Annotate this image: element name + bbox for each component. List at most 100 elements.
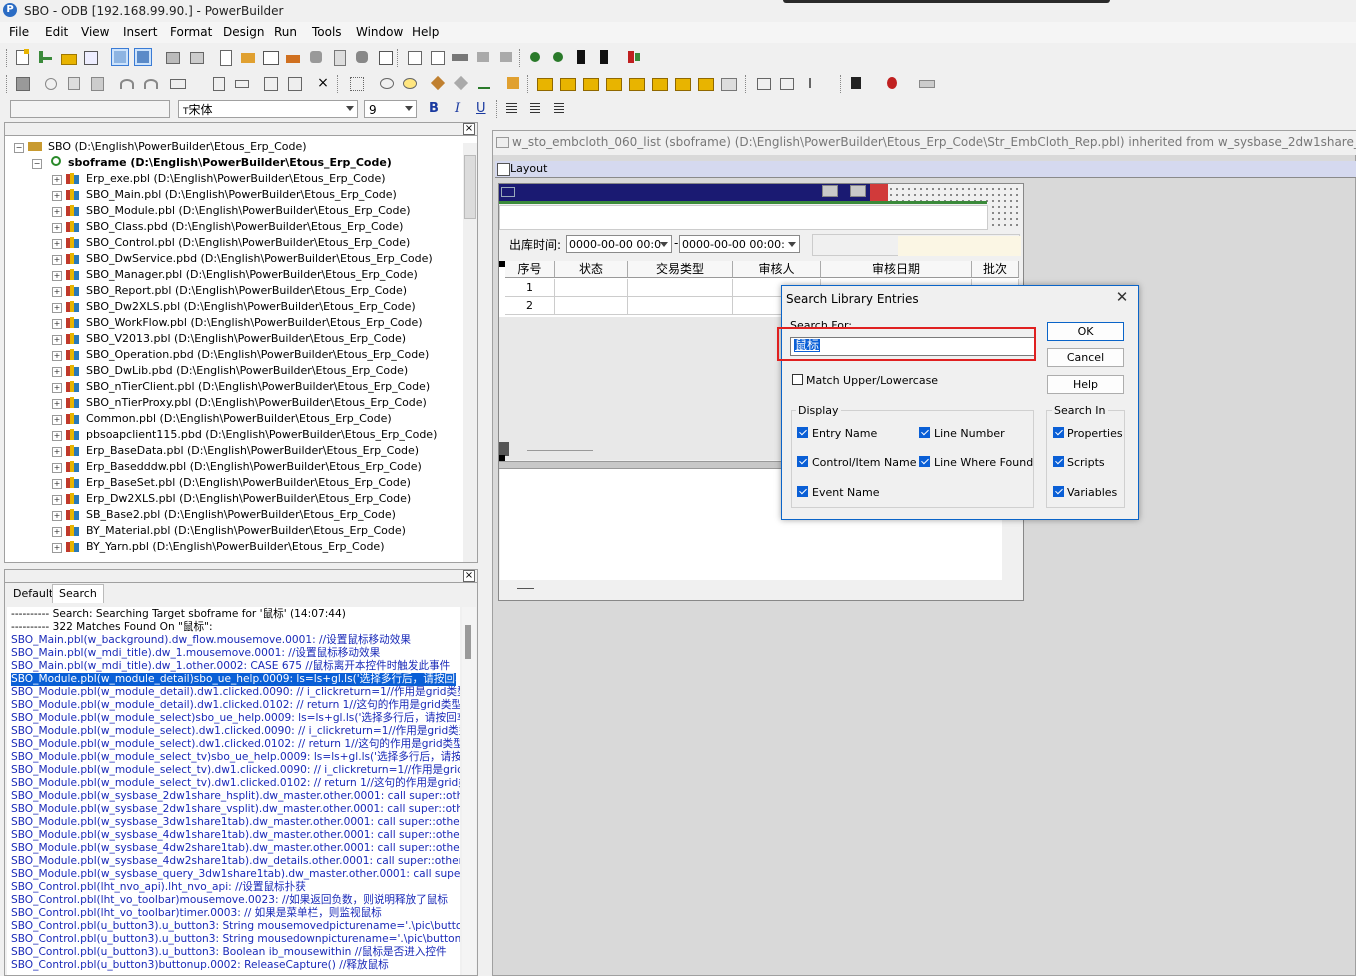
grid-icon[interactable] [348, 75, 364, 91]
tree-item-library[interactable]: Erp_BaseSet.pbl (D:\English\PowerBuilder… [86, 476, 411, 490]
align-dropdown-icon[interactable] [807, 75, 823, 91]
grid-column-header[interactable]: 批次 [972, 261, 1019, 278]
uncomment-icon[interactable] [401, 75, 417, 91]
menu-view[interactable]: View [81, 25, 109, 39]
tree-item-library[interactable]: Common.pbl (D:\English\PowerBuilder\Etou… [86, 412, 392, 426]
grid-column-header[interactable]: 审核日期 [821, 261, 972, 278]
save-icon[interactable] [14, 75, 30, 91]
system-tree-icon[interactable] [134, 48, 152, 66]
expand-icon[interactable]: + [52, 351, 62, 361]
tools-icon[interactable] [453, 75, 469, 91]
scripts-checkbox[interactable] [1053, 456, 1064, 467]
grid-column-header[interactable]: 状态 [555, 261, 628, 278]
grid-cell[interactable] [555, 279, 628, 297]
menu-help[interactable]: Help [412, 25, 439, 39]
line-where-found-checkbox[interactable] [919, 456, 930, 467]
tree-item-library[interactable]: SBO_WorkFlow.pbl (D:\English\PowerBuilde… [86, 316, 423, 330]
search-result-row[interactable]: SBO_Control.pbl(lht_vo_toolbar)mousemove… [11, 894, 448, 907]
search-result-row[interactable]: SBO_Module.pbl(w_sysbase_3dw1share1tab).… [11, 816, 460, 829]
tab-search[interactable]: Search [52, 584, 104, 603]
paste-icon[interactable] [89, 75, 105, 91]
expand-icon[interactable]: + [52, 431, 62, 441]
lib-1-icon[interactable] [536, 75, 553, 91]
tree-item-library[interactable]: BY_Yarn.pbl (D:\English\PowerBuilder\Eto… [86, 540, 385, 554]
tree-item-library[interactable]: Erp_Basedddw.pbl (D:\English\PowerBuilde… [86, 460, 422, 474]
cancel-button[interactable]: Cancel [1047, 348, 1124, 367]
tree-item-library[interactable]: SBO_DwLib.pbd (D:\English\PowerBuilder\E… [86, 364, 408, 378]
binary-2-icon[interactable] [429, 49, 445, 65]
search-result-row[interactable]: SBO_Module.pbl(w_sysbase_2dw1share_hspli… [11, 790, 460, 803]
collapse-icon[interactable]: − [14, 143, 24, 153]
close-icon[interactable]: × [463, 570, 475, 582]
expand-icon[interactable]: + [52, 175, 62, 185]
arrange-icon[interactable] [755, 75, 771, 91]
database-painter-icon[interactable] [354, 49, 370, 65]
search-result-row[interactable]: SBO_Control.pbl(u_button3).u_button3: Bo… [11, 946, 447, 959]
debug-2-icon[interactable] [550, 49, 566, 65]
clipboard-icon[interactable] [188, 49, 204, 65]
truck-icon[interactable] [452, 49, 468, 65]
collapse-icon[interactable]: − [32, 159, 42, 169]
library-painter-icon[interactable] [111, 48, 129, 66]
lib-6-icon[interactable] [651, 75, 668, 91]
tree-item-library[interactable]: SBO_Main.pbl (D:\English\PowerBuilder\Et… [86, 188, 397, 202]
grid-column-header[interactable]: 审核人 [733, 261, 821, 278]
tree-item-library[interactable]: SBO_Manager.pbl (D:\English\PowerBuilder… [86, 268, 418, 282]
tree-item-library[interactable]: SBO_Dw2XLS.pbl (D:\English\PowerBuilder\… [86, 300, 416, 314]
tree-scrollbar[interactable] [463, 143, 477, 562]
search-result-row[interactable]: SBO_Control.pbl(lht_nvo_api).lht_nvo_api… [11, 881, 306, 894]
tree-item-library[interactable]: SBO_Report.pbl (D:\English\PowerBuilder\… [86, 284, 407, 298]
tree-item-library[interactable]: SBO_DwService.pbd (D:\English\PowerBuild… [86, 252, 433, 266]
search-result-row[interactable]: SBO_Module.pbl(w_module_select).dw1.clic… [11, 725, 460, 738]
tree-item-library[interactable]: SBO_V2013.pbl (D:\English\PowerBuilder\E… [86, 332, 406, 346]
variables-checkbox[interactable] [1053, 486, 1064, 497]
arrange-2-icon[interactable] [778, 75, 794, 91]
menu-insert[interactable]: Insert [123, 25, 157, 39]
component-2-icon[interactable] [498, 49, 514, 65]
search-result-row[interactable]: SBO_Module.pbl(w_sysbase_4dw2share1tab).… [11, 855, 460, 868]
search-result-row[interactable]: SBO_Module.pbl(w_module_select_tv).dw1.c… [11, 777, 460, 790]
preview-icon[interactable] [83, 49, 99, 65]
scrollbar-thumb[interactable] [464, 155, 476, 219]
expand-icon[interactable]: + [52, 511, 62, 521]
lib-5-icon[interactable] [628, 75, 645, 91]
expand-icon[interactable]: + [52, 335, 62, 345]
expand-icon[interactable]: + [52, 319, 62, 329]
grid-cell[interactable] [628, 297, 733, 315]
underline-button[interactable]: U [476, 101, 486, 116]
tree-item-library[interactable]: SBO_Operation.pbd (D:\English\PowerBuild… [86, 348, 429, 362]
layout-tab-label[interactable]: Layout [510, 162, 547, 175]
dbprofile-icon[interactable] [331, 49, 347, 66]
menu-edit[interactable]: Edit [45, 25, 68, 39]
font-size-select[interactable]: 9 [364, 100, 417, 118]
tree-item-library[interactable]: SB_Base2.pbl (D:\English\PowerBuilder\Et… [86, 508, 396, 522]
grid-column-header[interactable]: 交易类型 [628, 261, 733, 278]
menu-window[interactable]: Window [356, 25, 403, 39]
expand-icon[interactable]: + [52, 287, 62, 297]
date-to-field[interactable]: 0000-00-00 00:00: [679, 235, 800, 253]
output-icon[interactable] [164, 49, 180, 65]
cut-icon[interactable] [42, 75, 58, 91]
grid-cell[interactable] [555, 297, 628, 315]
expand-icon[interactable]: + [52, 479, 62, 489]
tab-order-icon[interactable] [210, 75, 226, 91]
expand-icon[interactable]: + [52, 415, 62, 425]
search-result-row[interactable]: SBO_Main.pbl(w_mdi_title).dw_1.other.000… [11, 660, 450, 673]
new-icon[interactable] [14, 49, 30, 65]
search-result-row[interactable]: SBO_Module.pbl(w_module_select).dw1.clic… [11, 738, 460, 751]
search-result-row[interactable]: SBO_Control.pbl(u_button3).u_button3: St… [11, 920, 460, 933]
search-result-row[interactable]: SBO_Module.pbl(w_sysbase_2dw1share_vspli… [11, 803, 460, 816]
line-number-checkbox[interactable] [919, 427, 930, 438]
tree-item-library[interactable]: SBO_nTierProxy.pbl (D:\English\PowerBuil… [86, 396, 427, 410]
expand-icon[interactable]: + [52, 495, 62, 505]
close-icon[interactable]: × [463, 123, 475, 135]
style-field[interactable] [10, 100, 170, 118]
abc-icon[interactable] [476, 75, 492, 91]
search-result-row[interactable]: SBO_Control.pbl(lht_vo_toolbar)timer.000… [11, 907, 382, 920]
datawindow-icon[interactable] [262, 49, 279, 65]
binary-icon[interactable] [406, 49, 422, 65]
scrollbar-thumb[interactable] [465, 625, 471, 659]
tree-item-library[interactable]: Erp_BaseData.pbl (D:\English\PowerBuilde… [86, 444, 419, 458]
run-icon[interactable] [573, 49, 589, 65]
match-case-checkbox[interactable] [792, 374, 803, 385]
